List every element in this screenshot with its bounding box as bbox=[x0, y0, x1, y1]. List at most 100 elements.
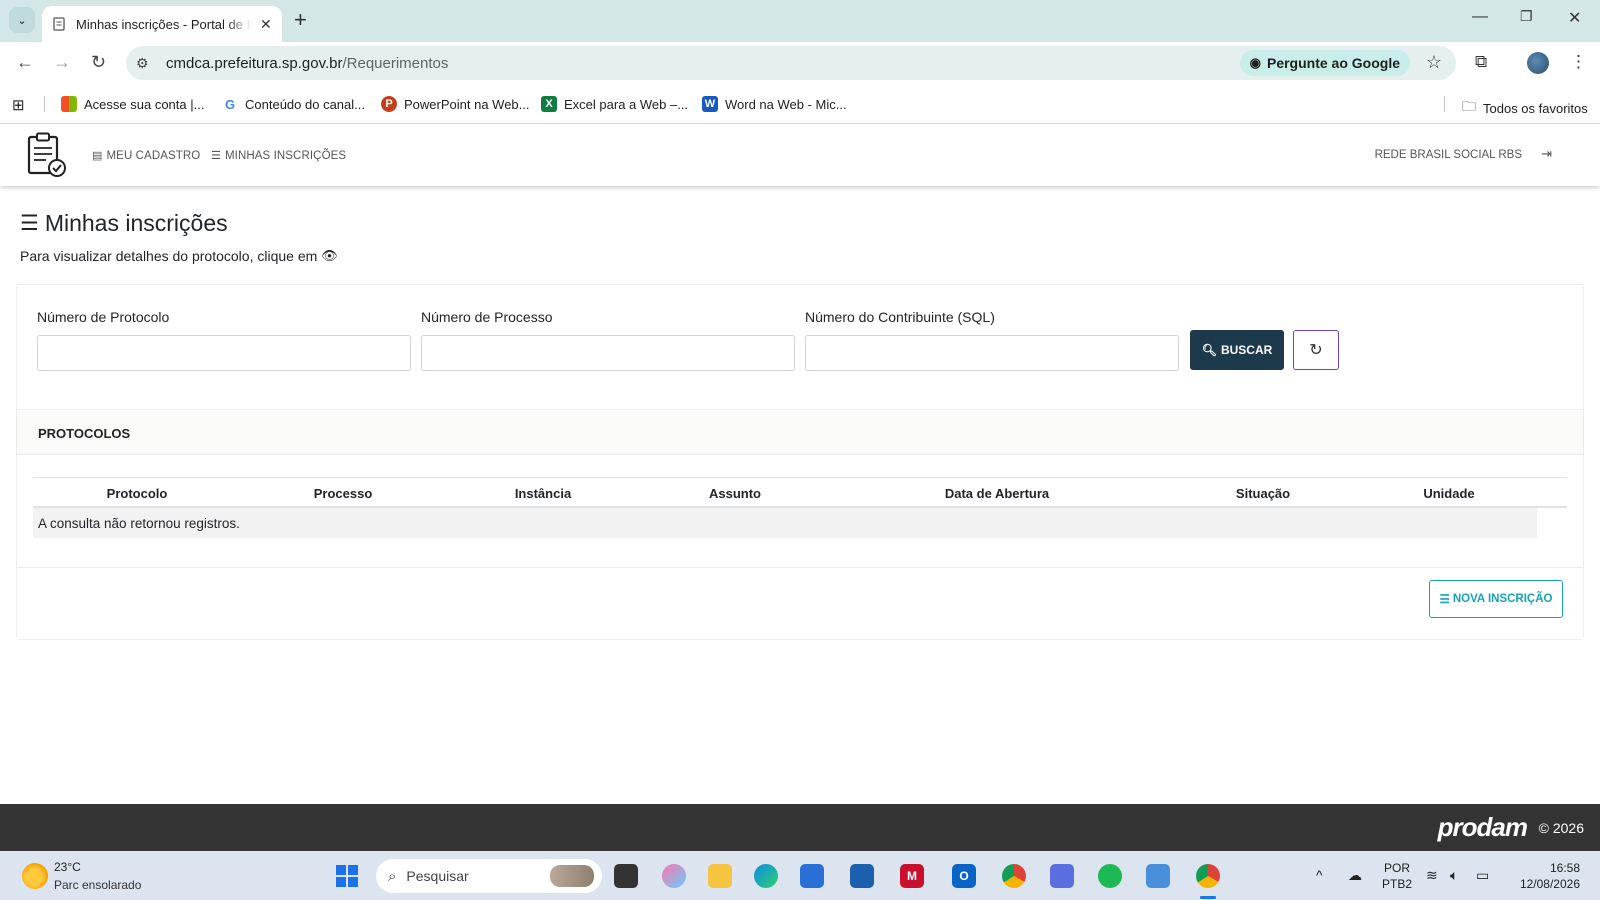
copilot-icon[interactable] bbox=[662, 864, 686, 888]
list-check-icon: ☰ bbox=[20, 212, 39, 235]
site-info-icon[interactable]: ⚙ bbox=[136, 55, 158, 72]
protocol-number-input[interactable] bbox=[37, 335, 411, 371]
bookmark-item[interactable]: P PowerPoint na Web... bbox=[381, 96, 530, 112]
refresh-button[interactable]: ↻ bbox=[1293, 330, 1339, 370]
list-icon: ☰ bbox=[1439, 594, 1450, 606]
refresh-icon: ↻ bbox=[1309, 342, 1323, 359]
extensions-icon[interactable]: ⧉ bbox=[1475, 52, 1487, 72]
bookmark-item[interactable]: X Excel para a Web –... bbox=[541, 96, 688, 112]
remote-app-icon[interactable] bbox=[1146, 864, 1170, 888]
taskbar-search[interactable]: ⌕ Pesquisar bbox=[376, 859, 602, 893]
prodam-logo: prodam bbox=[1437, 812, 1528, 842]
mcafee-icon[interactable]: M bbox=[900, 864, 924, 888]
column-header[interactable]: Protocolo bbox=[107, 486, 168, 501]
card-footer: ☰ NOVA INSCRIÇÃO bbox=[17, 567, 1583, 639]
outlook-icon[interactable]: O bbox=[952, 864, 976, 888]
folder-icon: 🗀 bbox=[1462, 98, 1476, 114]
column-header[interactable]: Instância bbox=[515, 486, 571, 501]
word-icon: W bbox=[702, 96, 718, 112]
process-number-input[interactable] bbox=[421, 335, 795, 371]
weather-description[interactable]: Parc ensolarado bbox=[54, 878, 141, 892]
spotify-icon[interactable] bbox=[1098, 864, 1122, 888]
bookmark-item[interactable]: G Conteúdo do canal... bbox=[222, 96, 365, 112]
new-registration-button[interactable]: ☰ NOVA INSCRIÇÃO bbox=[1429, 580, 1563, 618]
apps-grid-icon[interactable]: ⊞ bbox=[12, 96, 25, 114]
browser-toolbar: ← → ↻ ⚙ cmdca.prefeitura.sp.gov.br/Reque… bbox=[0, 42, 1600, 84]
onedrive-icon[interactable]: ☁ bbox=[1348, 867, 1362, 884]
file-explorer-icon[interactable] bbox=[708, 864, 732, 888]
address-bar[interactable]: ⚙ cmdca.prefeitura.sp.gov.br/Requeriment… bbox=[126, 46, 1456, 80]
search-button[interactable]: 🔍︎ BUSCAR bbox=[1190, 330, 1284, 370]
weather-temperature[interactable]: 23°C bbox=[54, 860, 81, 874]
excel-icon: X bbox=[541, 96, 557, 112]
table-empty-row: A consulta não retornou registros. bbox=[33, 508, 1537, 538]
table-header: Protocolo Processo Instância Assunto Dat… bbox=[33, 477, 1567, 508]
windows-start-icon[interactable] bbox=[336, 865, 358, 887]
ask-google-button[interactable]: ◉ Pergunte ao Google bbox=[1239, 50, 1410, 76]
close-tab-icon[interactable]: ✕ bbox=[260, 16, 272, 33]
task-view-icon[interactable] bbox=[614, 864, 638, 888]
column-header[interactable]: Processo bbox=[314, 486, 373, 501]
page-title: ☰ Minhas inscrições bbox=[20, 210, 228, 236]
active-app-indicator bbox=[1200, 896, 1216, 899]
edge-icon[interactable] bbox=[754, 864, 778, 888]
document-icon bbox=[53, 17, 65, 31]
close-window-icon[interactable]: ✕ bbox=[1568, 8, 1581, 28]
chevron-up-icon[interactable]: ^ bbox=[1316, 867, 1323, 883]
column-header[interactable]: Situação bbox=[1236, 486, 1290, 501]
tab-search-button[interactable]: ⌄ bbox=[9, 7, 35, 33]
bookmark-star-icon[interactable]: ☆ bbox=[1426, 52, 1442, 73]
chrome-active-icon[interactable] bbox=[1196, 864, 1220, 888]
app-cube-icon[interactable] bbox=[850, 864, 874, 888]
search-card: Número de Protocolo Número de Processo N… bbox=[16, 284, 1584, 640]
wifi-icon[interactable]: ≋ bbox=[1426, 867, 1438, 884]
process-number-label: Número de Processo bbox=[421, 309, 553, 325]
url-text: cmdca.prefeitura.sp.gov.br/Requerimentos bbox=[166, 54, 449, 72]
bookmark-separator bbox=[44, 96, 45, 112]
clipboard-check-logo-icon[interactable] bbox=[26, 132, 68, 178]
store-icon[interactable] bbox=[800, 864, 824, 888]
search-icon: ⌕ bbox=[388, 867, 397, 885]
calendar-app-icon[interactable] bbox=[1050, 864, 1074, 888]
powerpoint-icon: P bbox=[381, 96, 397, 112]
bookmark-item[interactable]: W Word na Web - Mic... bbox=[702, 96, 847, 112]
restore-icon[interactable]: ❐ bbox=[1520, 8, 1533, 25]
page-footer: prodam © 2026 bbox=[0, 804, 1600, 851]
nav-minhas-inscricoes[interactable]: ☰ MINHAS INSCRIÇÕES bbox=[211, 149, 346, 163]
input-language[interactable]: POR PTB2 bbox=[1382, 860, 1412, 892]
protocol-number-label: Número de Protocolo bbox=[37, 309, 170, 325]
all-bookmarks-button[interactable]: 🗀 Todos os favoritos bbox=[1462, 96, 1588, 120]
bookmark-item[interactable]: Acesse sua conta |... bbox=[61, 96, 204, 112]
nav-meu-cadastro[interactable]: ▤ MEU CADASTRO bbox=[92, 149, 200, 163]
system-clock[interactable]: 16:58 12/08/2026 bbox=[1520, 860, 1580, 892]
list-icon: ☰ bbox=[211, 150, 221, 162]
column-header[interactable]: Assunto bbox=[709, 486, 761, 501]
forward-icon[interactable]: → bbox=[53, 52, 71, 73]
more-menu-icon[interactable]: ⋮ bbox=[1570, 52, 1587, 72]
browser-tab-active[interactable]: Minhas inscrições - Portal de Inscrições… bbox=[42, 6, 282, 42]
protocols-table: Protocolo Processo Instância Assunto Dat… bbox=[33, 477, 1567, 538]
google-icon: G bbox=[222, 96, 238, 112]
weather-sun-icon[interactable] bbox=[22, 863, 48, 889]
bookmark-separator bbox=[1444, 96, 1445, 112]
logout-icon[interactable]: ⇥ bbox=[1541, 146, 1552, 162]
search-highlight-image bbox=[550, 865, 594, 887]
reload-icon[interactable]: ↻ bbox=[91, 52, 106, 73]
battery-icon[interactable]: ▭ bbox=[1476, 867, 1489, 884]
new-tab-icon[interactable]: + bbox=[294, 9, 307, 31]
bookmarks-bar: ⊞ Acesse sua conta |... G Conteúdo do ca… bbox=[0, 84, 1600, 124]
back-icon[interactable]: ← bbox=[16, 52, 34, 73]
column-header[interactable]: Unidade bbox=[1423, 486, 1474, 501]
organization-name[interactable]: REDE BRASIL SOCIAL RBS bbox=[1375, 149, 1522, 161]
chrome-icon[interactable] bbox=[1002, 864, 1026, 888]
profile-avatar[interactable] bbox=[1527, 52, 1549, 74]
lens-icon: ◉ bbox=[1249, 55, 1261, 70]
page-subtitle: Para visualizar detalhes do protocolo, c… bbox=[20, 248, 338, 264]
browser-tabstrip: ⌄ Minhas inscrições - Portal de Inscriçõ… bbox=[0, 0, 1600, 42]
taskbar: 23°C Parc ensolarado ⌕ Pesquisar M O ^ ☁… bbox=[0, 851, 1600, 900]
column-header[interactable]: Data de Abertura bbox=[945, 486, 1049, 501]
taxpayer-number-input[interactable] bbox=[805, 335, 1179, 371]
volume-icon[interactable]: 🔈︎ bbox=[1450, 867, 1458, 884]
minimize-icon[interactable]: — bbox=[1472, 8, 1488, 26]
taxpayer-number-label: Número do Contribuinte (SQL) bbox=[805, 309, 995, 325]
